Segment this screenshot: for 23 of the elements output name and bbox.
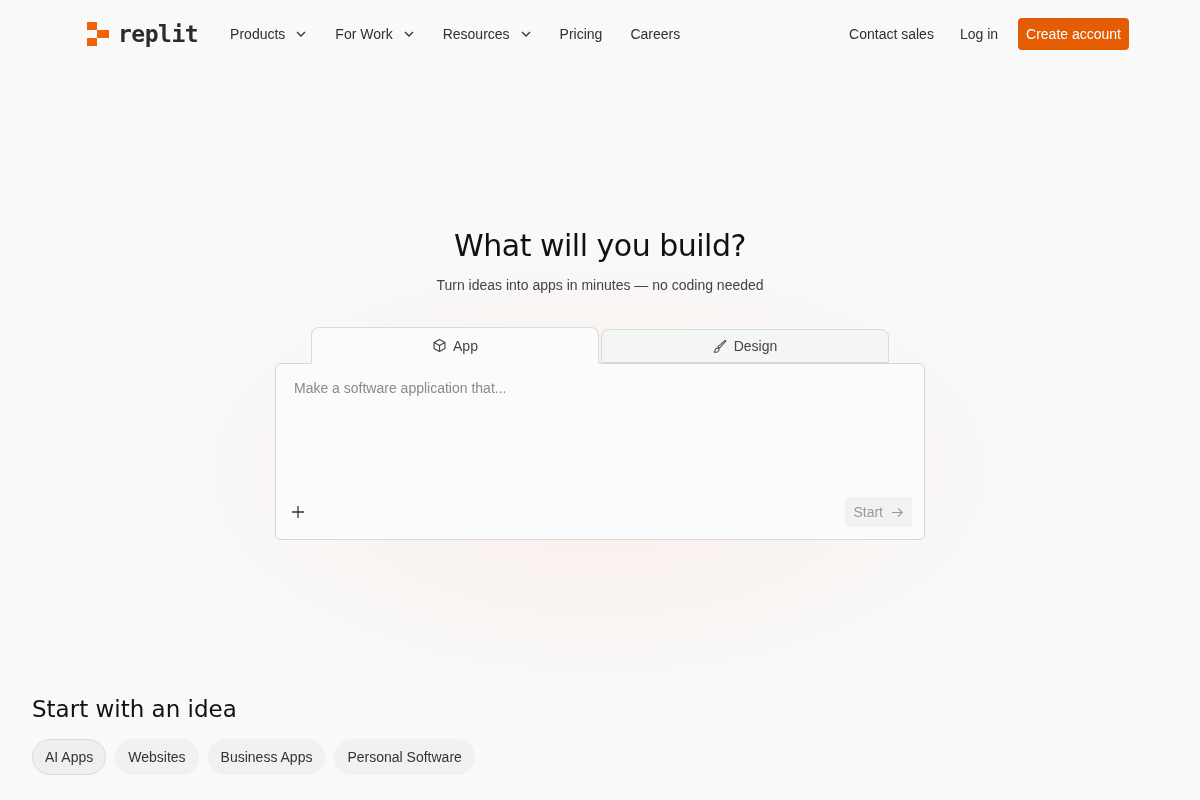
create-account-button[interactable]: Create account: [1018, 18, 1129, 50]
contact-sales-link[interactable]: Contact sales: [849, 26, 934, 42]
section-title: Start with an idea: [32, 696, 238, 722]
arrow-right-icon: [891, 505, 904, 519]
plus-icon: [292, 506, 304, 518]
nav-link[interactable]: Careers: [630, 26, 681, 42]
hero-title: What will you build?: [454, 228, 746, 263]
logo-icon: [86, 21, 110, 47]
category-chip[interactable]: Business Apps: [207, 739, 326, 775]
nav-link[interactable]: For Work: [335, 26, 415, 42]
nav-link[interactable]: Products: [230, 26, 308, 42]
replit-logo[interactable]: replit: [86, 21, 199, 47]
nav-link[interactable]: Resources: [442, 26, 532, 42]
hero-subtitle: Turn ideas into apps in minutes — no coding needed: [436, 277, 764, 293]
nav-link[interactable]: Pricing: [559, 26, 603, 42]
mode-tab[interactable]: Design: [601, 329, 889, 363]
category-chip[interactable]: AI Apps: [32, 739, 107, 775]
cube-icon: [432, 338, 448, 353]
mode-tab[interactable]: App: [311, 327, 599, 364]
category-chip[interactable]: Websites: [115, 739, 199, 775]
login-link[interactable]: Log in: [959, 26, 999, 42]
brush-icon: [712, 338, 728, 354]
category-chip[interactable]: Personal Software: [334, 739, 475, 775]
